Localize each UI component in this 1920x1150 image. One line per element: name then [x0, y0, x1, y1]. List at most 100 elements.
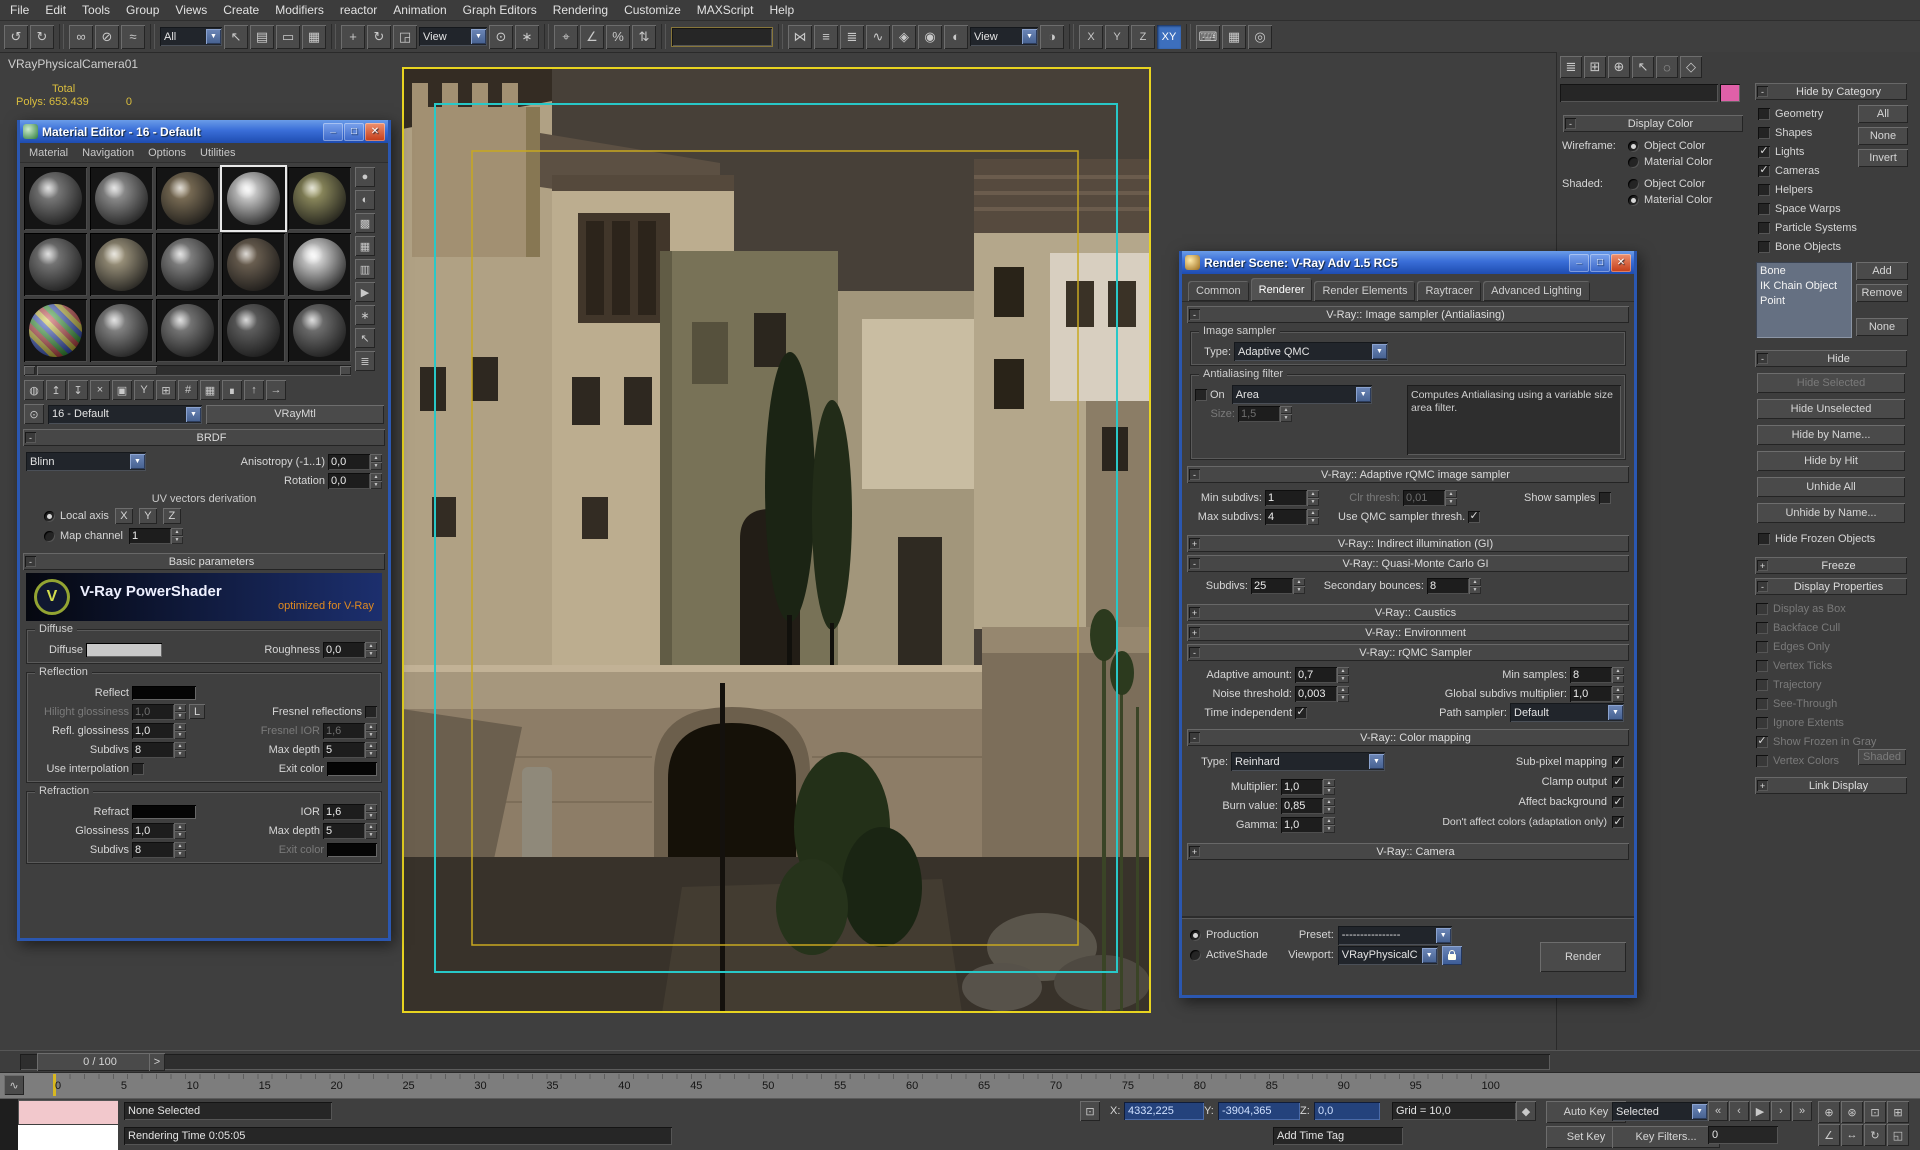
hide-button[interactable]: Hide Selected [1757, 373, 1905, 393]
coord-y-field[interactable]: -3904,365 [1218, 1102, 1300, 1120]
collapse-icon[interactable] [1757, 353, 1768, 364]
backlight-icon[interactable]: ◐ [355, 190, 375, 210]
category-checkbox[interactable]: Bone Objects [1754, 237, 1858, 256]
select-and-scale-icon[interactable]: ◲ [393, 25, 417, 49]
fresnel-ior-spinner[interactable]: 1,6 [323, 723, 377, 739]
chevron-down-icon[interactable] [1692, 1104, 1707, 1119]
zoom-icon[interactable]: ⊕ [1818, 1101, 1840, 1123]
fresnel-reflections-checkbox[interactable] [365, 706, 377, 718]
named-selection-set-field[interactable] [671, 27, 773, 47]
render-button[interactable]: Render [1540, 942, 1626, 972]
collapse-icon[interactable] [1189, 647, 1200, 658]
snapshot-icon[interactable]: ◎ [1248, 25, 1272, 49]
rollout-header-indirect-illumination[interactable]: V-Ray:: Indirect illumination (GI) [1187, 535, 1629, 552]
layer-list-icon[interactable]: ≣ [1560, 56, 1582, 78]
timeline-tick[interactable]: 25 [402, 1080, 414, 1092]
min-max-toggle-icon[interactable]: ◱ [1887, 1124, 1909, 1146]
collapse-icon[interactable] [1189, 469, 1200, 480]
hide-button[interactable]: Hide Unselected [1757, 399, 1905, 419]
reflection-exit-color-swatch[interactable] [327, 762, 377, 776]
mirror-icon[interactable]: ⋈ [788, 25, 812, 49]
material-slot[interactable] [288, 299, 351, 362]
category-checkbox[interactable]: Lights [1754, 142, 1858, 161]
noise-threshold-spinner[interactable]: 0,003 [1295, 686, 1349, 702]
category-checkbox[interactable]: Helpers [1754, 180, 1858, 199]
select-and-move-icon[interactable]: + [341, 25, 365, 49]
select-and-manipulate-icon[interactable]: ∗ [515, 25, 539, 49]
material-slot[interactable] [156, 299, 219, 362]
make-unique-icon[interactable]: Y [134, 380, 154, 400]
collapse-icon[interactable] [25, 432, 36, 443]
display-property-checkbox[interactable]: Backface Cull [1752, 618, 1910, 637]
timeline-tick[interactable]: 100 [1482, 1080, 1500, 1092]
display-property-checkbox[interactable]: Trajectory [1752, 675, 1910, 694]
map-channel-spinner[interactable]: 1 [129, 528, 183, 544]
close-button[interactable] [1611, 254, 1631, 272]
material-slot[interactable] [90, 233, 153, 296]
hilight-glossiness-spinner[interactable]: 1,0 [132, 704, 186, 720]
material-slot[interactable] [156, 233, 219, 296]
hide-button[interactable]: Unhide by Name... [1757, 503, 1905, 523]
hide-frozen-checkbox[interactable]: Hide Frozen Objects [1752, 533, 1875, 545]
refraction-glossiness-spinner[interactable]: 1,0 [132, 823, 186, 839]
go-to-parent-icon[interactable]: ↑ [244, 380, 264, 400]
clamp-output-checkbox[interactable]: Clamp output [1406, 772, 1624, 792]
zoom-extents-all-icon[interactable]: ⊞ [1887, 1101, 1909, 1123]
select-by-material-icon[interactable]: ↖ [355, 328, 375, 348]
material-editor-titlebar[interactable]: Material Editor - 16 - Default [20, 120, 388, 143]
timeline-tick[interactable]: 50 [762, 1080, 774, 1092]
timeline-tick[interactable]: 90 [1338, 1080, 1350, 1092]
display-property-checkbox[interactable]: Vertex Ticks [1752, 656, 1910, 675]
material-slot[interactable] [222, 167, 285, 230]
color-mapping-type-dropdown[interactable]: Reinhard [1231, 752, 1385, 771]
add-to-layer-icon[interactable]: ⊕ [1608, 56, 1630, 78]
minimize-button[interactable] [323, 123, 343, 141]
collapse-icon[interactable] [1189, 732, 1200, 743]
camera-viewport[interactable] [402, 67, 1151, 1013]
rotation-spinner[interactable]: 0,0 [328, 473, 382, 489]
category-list-item[interactable]: IK Chain Object [1760, 279, 1848, 294]
material-map-navigator-icon[interactable]: ≣ [355, 351, 375, 371]
adaptive-amount-spinner[interactable]: 0,7 [1295, 667, 1349, 683]
render-dialog-tab[interactable]: Renderer [1251, 278, 1313, 301]
refl-glossiness-spinner[interactable]: 1,0 [132, 723, 186, 739]
put-material-to-scene-icon[interactable]: ↥ [46, 380, 66, 400]
render-dialog-tab[interactable]: Common [1188, 281, 1249, 301]
field-of-view-icon[interactable]: ∠ [1818, 1124, 1840, 1146]
menu-item[interactable]: Group [118, 1, 167, 19]
timeline-tick[interactable]: 10 [187, 1080, 199, 1092]
diffuse-color-swatch[interactable] [86, 643, 162, 657]
get-material-icon[interactable]: ◍ [24, 380, 44, 400]
global-subdivs-spinner[interactable]: 1,0 [1570, 686, 1624, 702]
time-slider-grip[interactable]: 0 / 100 [37, 1053, 163, 1071]
chevron-down-icon[interactable] [471, 29, 486, 44]
rectangular-selection-region-icon[interactable]: ▭ [276, 25, 300, 49]
chevron-down-icon[interactable] [206, 29, 221, 44]
percent-snap-icon[interactable]: % [606, 25, 630, 49]
min-subdivs-spinner[interactable]: 1 [1265, 490, 1319, 506]
select-by-name-icon[interactable]: ▤ [250, 25, 274, 49]
multiplier-spinner[interactable]: 1,0 [1281, 779, 1335, 795]
array-icon[interactable]: ▦ [1222, 25, 1246, 49]
select-in-layer-icon[interactable]: ↖ [1632, 56, 1654, 78]
timeline-tick[interactable]: 65 [978, 1080, 990, 1092]
display-property-checkbox[interactable]: See-Through [1752, 694, 1910, 713]
timeline-tick[interactable]: 85 [1266, 1080, 1278, 1092]
align-icon[interactable]: ≡ [814, 25, 838, 49]
hide-button[interactable]: Hide by Hit [1757, 451, 1905, 471]
expand-icon[interactable] [1189, 627, 1200, 638]
material-slot[interactable] [90, 299, 153, 362]
collapse-icon[interactable] [1189, 558, 1200, 569]
category-checkbox[interactable]: Particle Systems [1754, 218, 1858, 237]
rollout-header-brdf[interactable]: BRDF [23, 429, 385, 446]
secondary-bounces-spinner[interactable]: 8 [1427, 578, 1481, 594]
mini-listener-gutter[interactable] [0, 1099, 18, 1150]
viewport-lock-toggle[interactable] [1442, 946, 1462, 965]
none-category-button[interactable]: None [1856, 318, 1908, 336]
axis-constraint-button[interactable]: Z [1131, 25, 1155, 49]
selection-filter-dropdown[interactable]: All [160, 27, 222, 46]
uv-axis-button[interactable]: Z [163, 508, 181, 524]
expand-icon[interactable] [1189, 538, 1200, 549]
display-property-checkbox[interactable]: Edges Only [1752, 637, 1910, 656]
select-and-link-icon[interactable]: ∞ [69, 25, 93, 49]
